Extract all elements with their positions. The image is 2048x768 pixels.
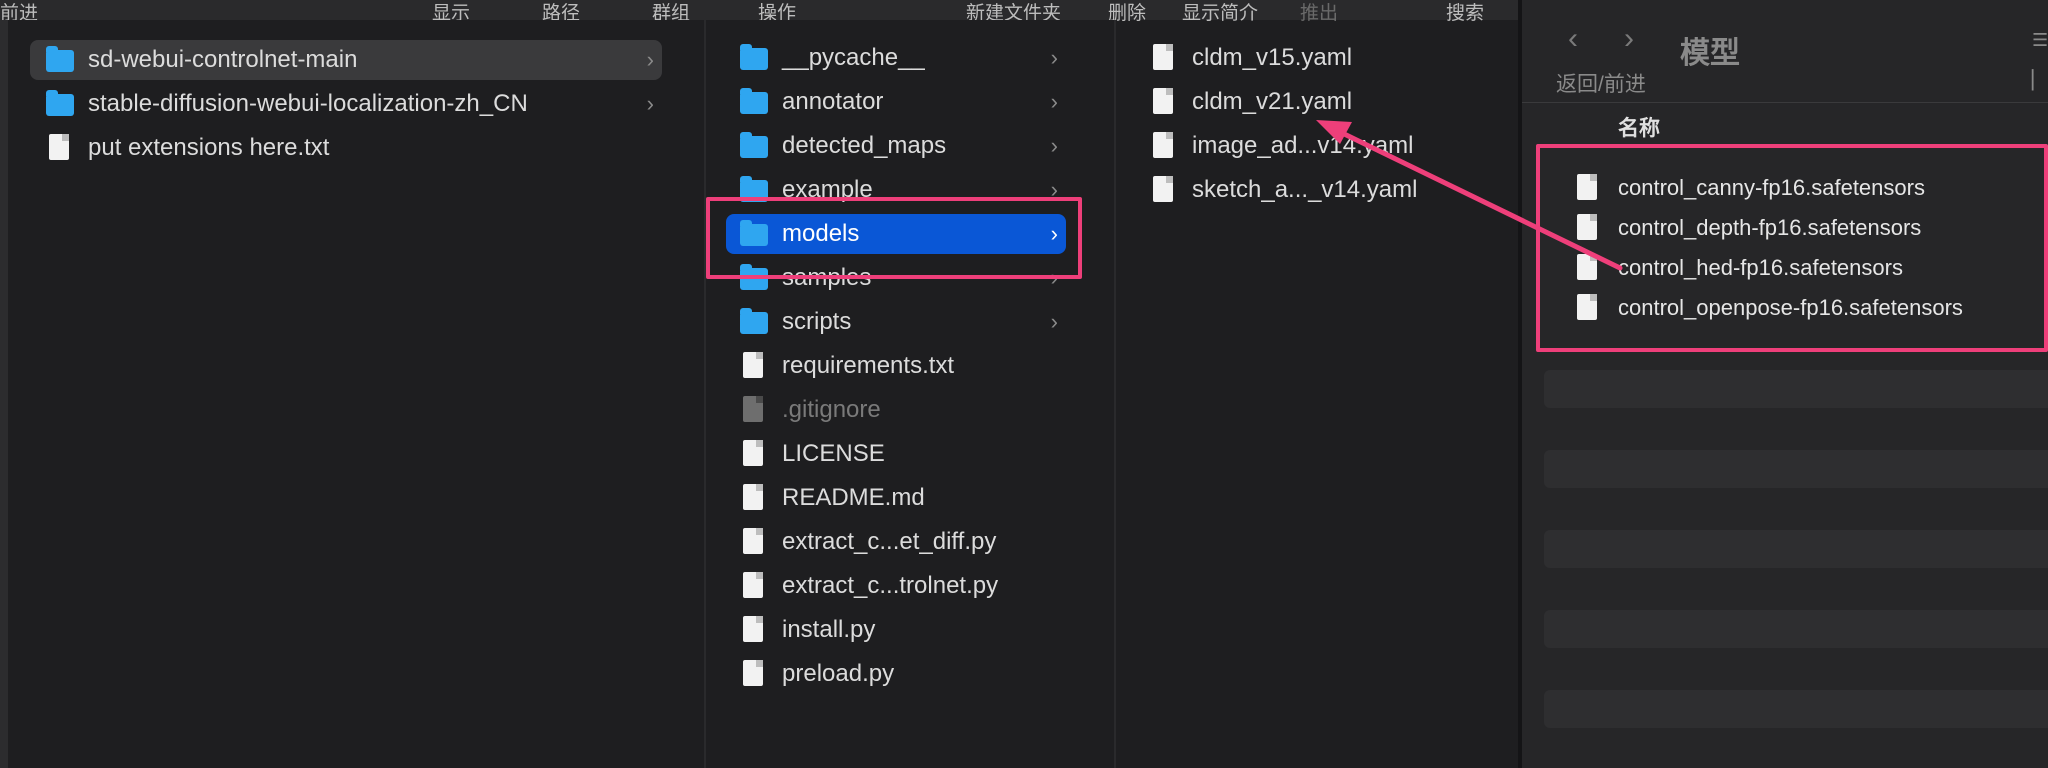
arrow-head	[1316, 120, 1352, 144]
annotation-arrow	[1316, 120, 1623, 271]
arrow-line	[1333, 127, 1623, 271]
